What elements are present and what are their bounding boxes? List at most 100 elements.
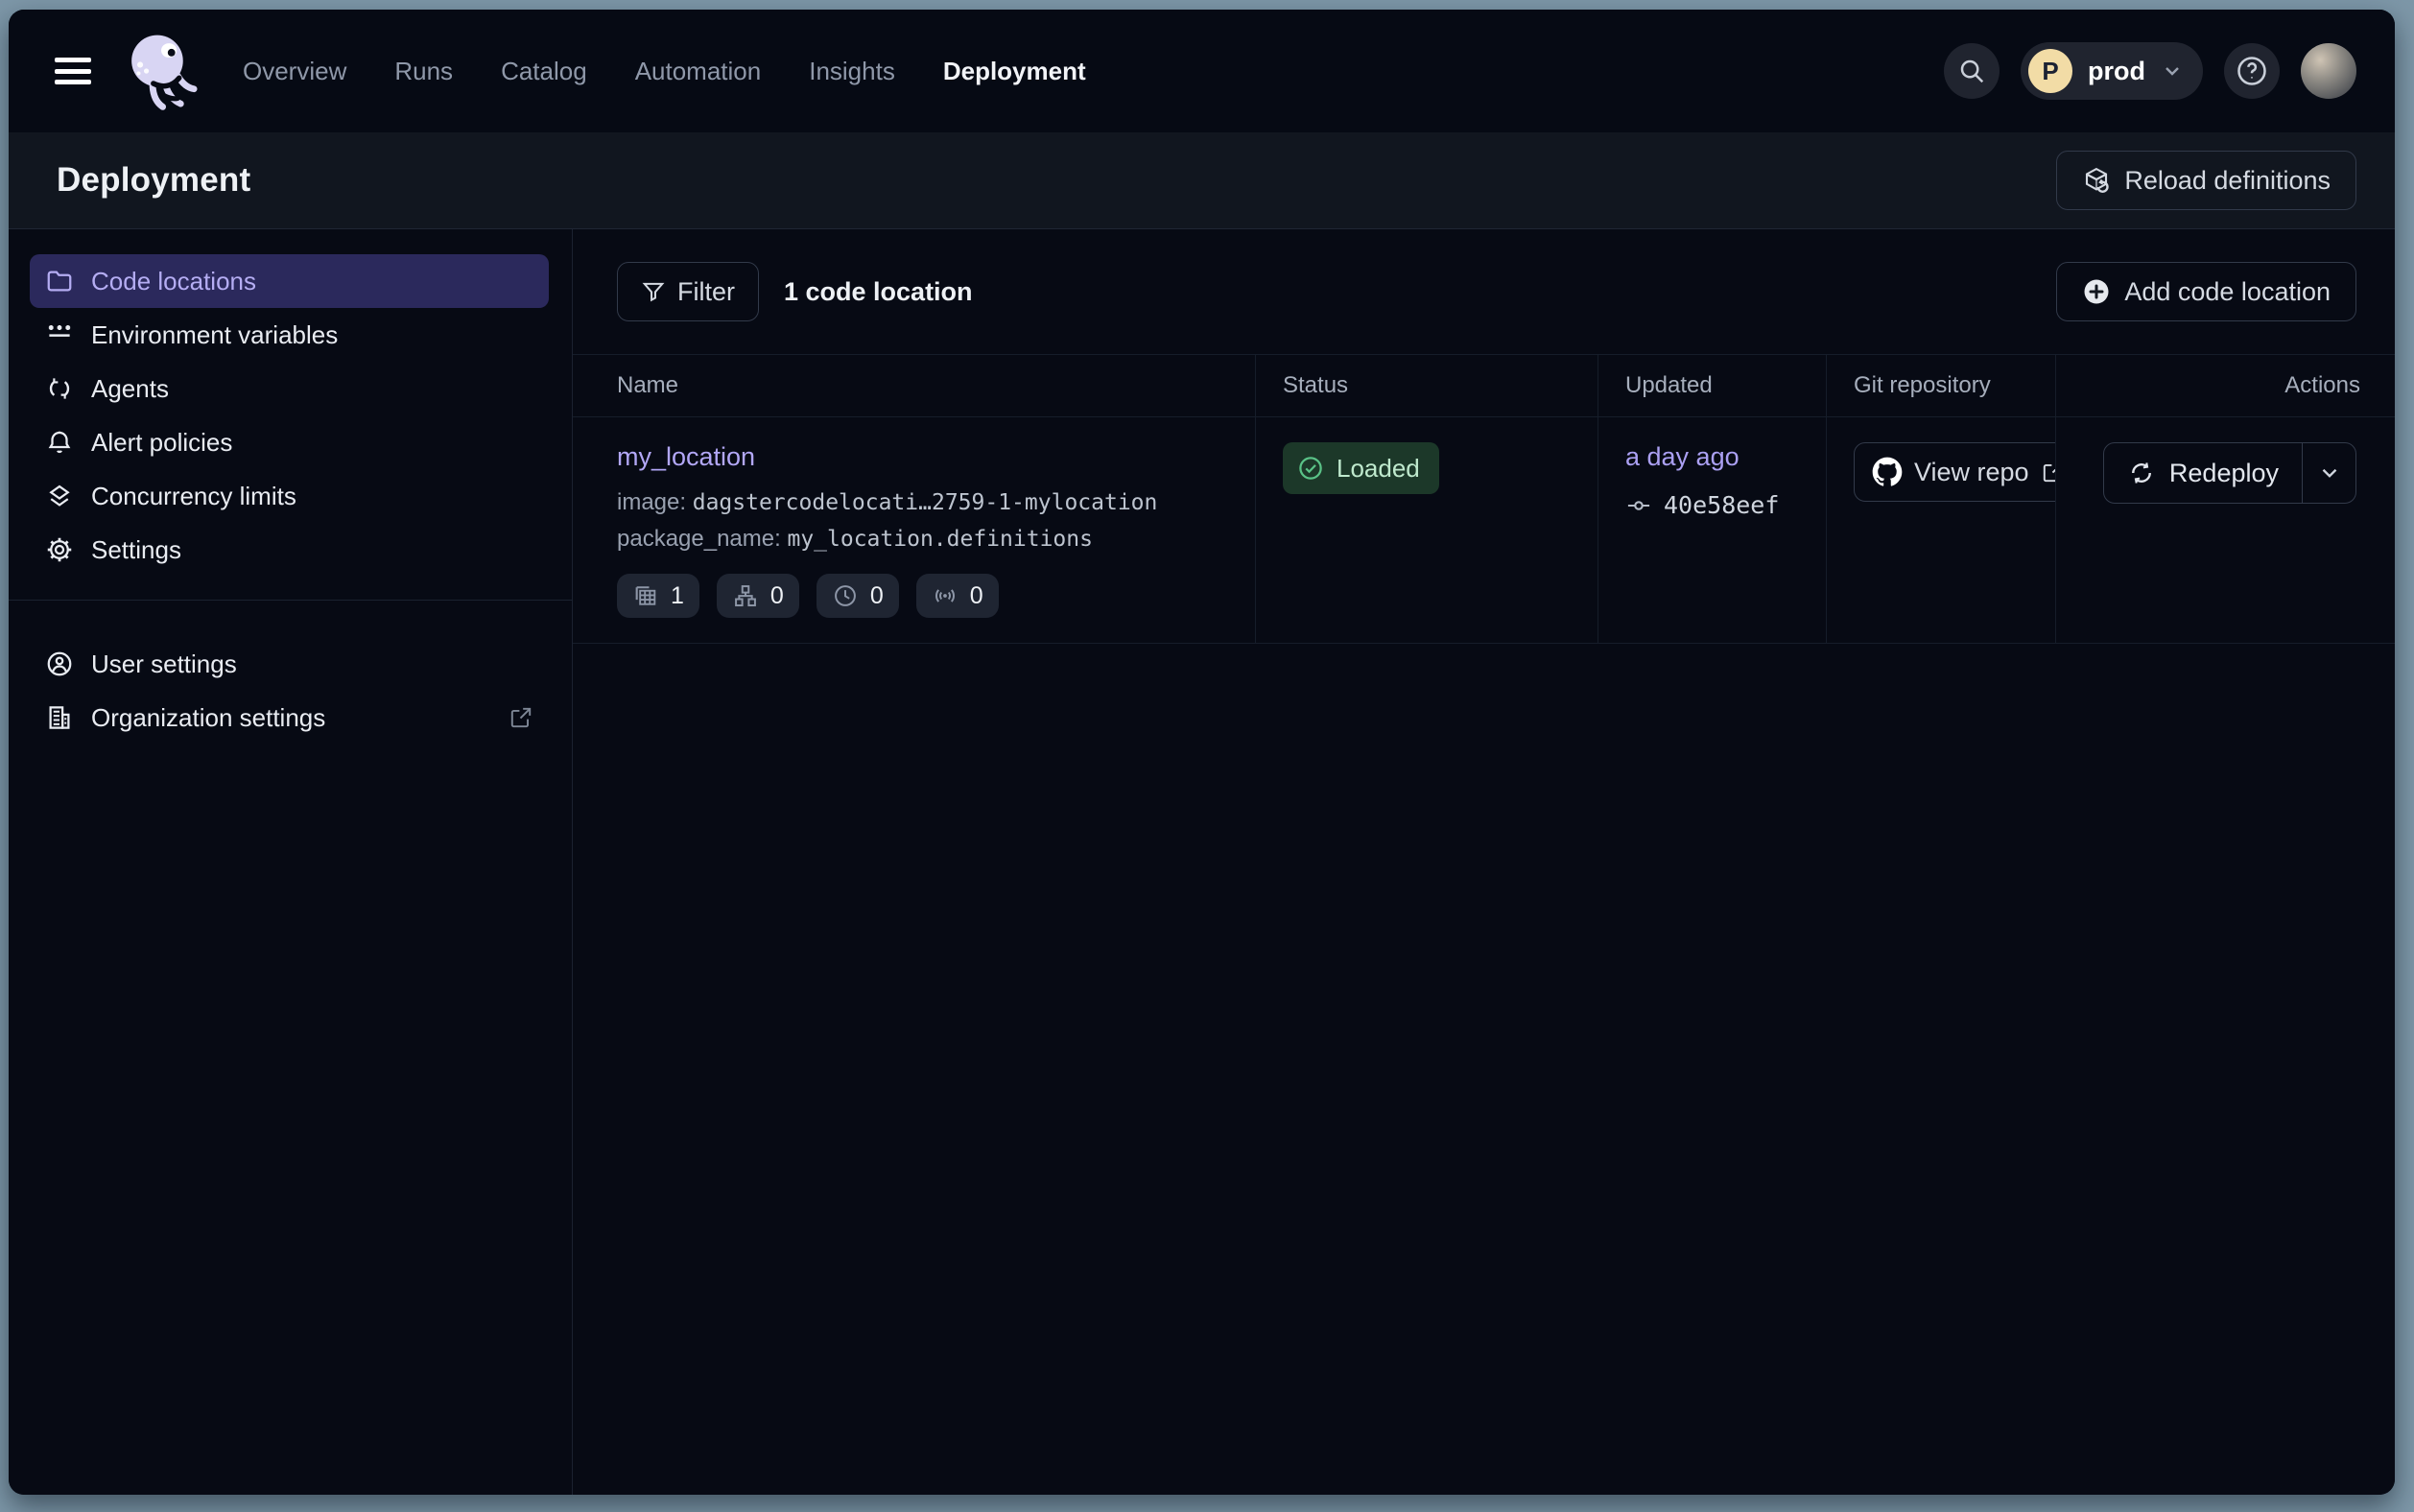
definition-count-badges: 1 0 [617, 574, 1228, 618]
nav-right-cluster: P prod [1944, 42, 2356, 100]
commit-row: 40e58eef [1625, 491, 1799, 519]
bell-icon [45, 428, 74, 457]
code-location-link[interactable]: my_location [617, 442, 755, 472]
sidebar-item-label: Alert policies [91, 428, 232, 458]
package-meta: package_name: my_location.definitions [617, 526, 1228, 553]
table-row: my_location image: dagstercodelocati…275… [573, 417, 2395, 644]
filter-button[interactable]: Filter [617, 262, 759, 321]
content-empty-space [573, 644, 2395, 1495]
page-header: Deployment Reload definitions [9, 132, 2395, 229]
code-locations-content: Filter 1 code location Add code location [573, 229, 2395, 1495]
column-header-status: Status [1256, 355, 1598, 416]
filter-icon [641, 279, 666, 304]
deployment-name: prod [2088, 57, 2145, 86]
sidebar-item-label: Concurrency limits [91, 482, 296, 511]
search-icon [1957, 57, 1986, 85]
nav-item-runs[interactable]: Runs [394, 57, 453, 86]
search-button[interactable] [1944, 43, 2000, 99]
git-repo-cell: View repo [1827, 417, 2056, 643]
help-button[interactable] [2224, 43, 2280, 99]
actions-cell: Redeploy [2056, 417, 2395, 643]
clock-icon [832, 582, 859, 609]
user-icon [45, 650, 74, 678]
folder-icon [45, 267, 74, 295]
image-value: dagstercodelocati…2759-1-mylocation [693, 490, 1158, 515]
dagster-logo-icon[interactable] [124, 30, 199, 112]
code-location-count: 1 code location [784, 277, 973, 307]
layers-icon [45, 482, 74, 510]
sidebar-item-label: Code locations [91, 267, 256, 296]
external-link-icon [2041, 460, 2056, 484]
redeploy-icon [2127, 459, 2156, 487]
sidebar-item-agents[interactable]: Agents [30, 362, 549, 415]
app-window: Overview Runs Catalog Automation Insight… [9, 10, 2395, 1495]
github-icon [1872, 457, 1903, 487]
external-link-icon [509, 705, 533, 730]
screenshot-frame: Overview Runs Catalog Automation Insight… [0, 0, 2414, 1512]
commit-icon [1625, 492, 1652, 519]
add-code-location-label: Add code location [2124, 277, 2331, 307]
nav-item-deployment[interactable]: Deployment [943, 57, 1086, 86]
code-locations-table: Name Status Updated Git repository Actio… [573, 354, 2395, 644]
sensors-count: 0 [970, 582, 983, 610]
check-circle-icon [1296, 454, 1325, 483]
organization-icon [45, 703, 74, 732]
env-vars-icon [45, 320, 74, 349]
reload-definitions-button[interactable]: Reload definitions [2056, 151, 2356, 210]
filter-label: Filter [677, 277, 735, 307]
hamburger-menu-button[interactable] [55, 58, 91, 84]
sidebar-item-concurrency-limits[interactable]: Concurrency limits [30, 469, 549, 523]
package-label: package_name: [617, 526, 781, 552]
nav-item-insights[interactable]: Insights [809, 57, 895, 86]
nav-item-catalog[interactable]: Catalog [501, 57, 587, 86]
updated-cell: a day ago 40e58eef [1598, 417, 1827, 643]
sidebar-item-code-locations[interactable]: Code locations [30, 254, 549, 308]
view-repo-button[interactable]: View repo [1854, 442, 2056, 502]
column-header-updated: Updated [1598, 355, 1827, 416]
image-label: image: [617, 489, 686, 515]
sidebar-item-label: Environment variables [91, 320, 338, 350]
redeploy-button[interactable]: Redeploy [2104, 443, 2302, 503]
reload-definitions-icon [2082, 166, 2111, 195]
top-nav: Overview Runs Catalog Automation Insight… [9, 10, 2395, 132]
sidebar-item-environment-variables[interactable]: Environment variables [30, 308, 549, 362]
assets-count: 1 [671, 582, 684, 610]
sensor-icon [932, 582, 958, 609]
gear-icon [45, 535, 74, 564]
assets-icon [632, 582, 659, 609]
status-badge: Loaded [1283, 442, 1439, 494]
deployment-badge: P [2028, 49, 2072, 93]
name-cell: my_location image: dagstercodelocati…275… [573, 417, 1256, 643]
deployment-switcher[interactable]: P prod [2021, 42, 2203, 100]
status-label: Loaded [1337, 454, 1420, 484]
assets-count-badge: 1 [617, 574, 699, 618]
sidebar-item-label: Agents [91, 374, 169, 404]
redeploy-menu-toggle[interactable] [2302, 443, 2355, 503]
add-code-location-button[interactable]: Add code location [2056, 262, 2356, 321]
help-icon [2235, 54, 2269, 88]
column-header-name: Name [573, 355, 1256, 416]
sidebar-item-user-settings[interactable]: User settings [30, 637, 549, 691]
column-header-actions: Actions [2056, 355, 2395, 416]
user-avatar[interactable] [2301, 43, 2356, 99]
jobs-count: 0 [770, 582, 784, 610]
package-value: my_location.definitions [787, 527, 1093, 552]
sidebar-item-alert-policies[interactable]: Alert policies [30, 415, 549, 469]
plus-circle-icon [2082, 277, 2111, 306]
updated-link[interactable]: a day ago [1625, 442, 1740, 472]
sidebar-spacer [9, 744, 572, 1495]
chevron-down-icon [2317, 461, 2342, 485]
deployment-sidebar: Code locations Environment variables [9, 229, 573, 1495]
sidebar-item-label: Settings [91, 535, 181, 565]
primary-nav: Overview Runs Catalog Automation Insight… [243, 57, 1086, 86]
page-title: Deployment [57, 161, 250, 200]
sidebar-item-label: User settings [91, 650, 237, 679]
sidebar-item-settings[interactable]: Settings [30, 523, 549, 577]
sidebar-divider [9, 600, 572, 601]
nav-item-overview[interactable]: Overview [243, 57, 346, 86]
jobs-icon [732, 582, 759, 609]
sidebar-item-organization-settings[interactable]: Organization settings [30, 691, 549, 744]
nav-item-automation[interactable]: Automation [635, 57, 762, 86]
table-header-row: Name Status Updated Git repository Actio… [573, 354, 2395, 417]
sensors-count-badge: 0 [916, 574, 999, 618]
